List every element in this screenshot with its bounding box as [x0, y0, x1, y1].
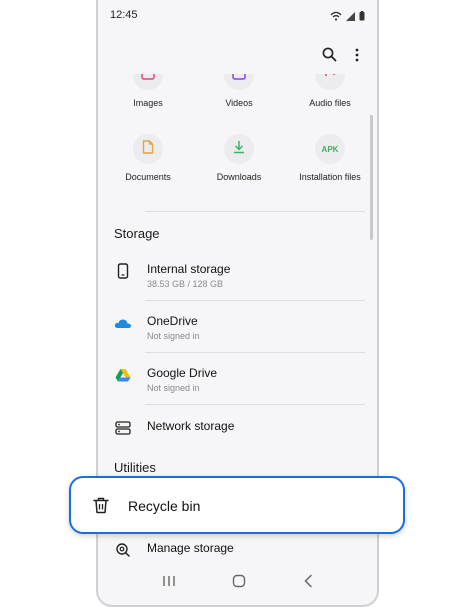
- storage-section-title: Storage: [114, 226, 160, 241]
- internal-storage-item[interactable]: Internal storage 38.53 GB / 128 GB: [114, 262, 369, 292]
- image-icon: [141, 74, 155, 85]
- apk-icon: APK: [321, 144, 339, 154]
- recycle-bin-label: Recycle bin: [128, 498, 201, 514]
- category-installation-files[interactable]: APK Installation files: [283, 134, 377, 182]
- signal-icon: [346, 8, 355, 26]
- storage-item-subtitle: Not signed in: [147, 331, 200, 341]
- divider: [145, 211, 365, 212]
- network-storage-item[interactable]: Network storage: [114, 419, 369, 439]
- storage-item-title: Manage storage: [147, 541, 234, 555]
- status-icons: [330, 8, 365, 26]
- status-bar: 12:45: [98, 0, 377, 30]
- navigation-bar: [98, 561, 377, 605]
- category-videos[interactable]: Videos: [192, 74, 286, 108]
- onedrive-item[interactable]: OneDrive Not signed in: [114, 314, 369, 344]
- search-icon[interactable]: [322, 47, 337, 67]
- category-label: Installation files: [299, 172, 361, 182]
- categories-grid: Images Videos Audio files Documents Down…: [98, 74, 377, 204]
- video-icon: [232, 74, 246, 85]
- google-drive-item[interactable]: Google Drive Not signed in: [114, 366, 369, 396]
- storage-item-title: Network storage: [147, 419, 235, 433]
- category-label: Documents: [125, 172, 171, 182]
- network-storage-icon: [114, 419, 132, 437]
- category-downloads[interactable]: Downloads: [192, 134, 286, 182]
- more-options-icon[interactable]: [355, 48, 359, 67]
- scrollbar[interactable]: [370, 115, 373, 240]
- category-images[interactable]: Images: [101, 74, 195, 108]
- storage-item-subtitle: 38.53 GB / 128 GB: [147, 279, 224, 289]
- storage-item-title: Google Drive: [147, 366, 218, 380]
- trash-icon: [93, 497, 109, 519]
- recycle-bin-item[interactable]: Recycle bin: [69, 476, 405, 534]
- home-icon[interactable]: [232, 574, 246, 593]
- recent-apps-icon[interactable]: [162, 574, 176, 592]
- category-audio-files[interactable]: Audio files: [283, 74, 377, 108]
- audio-icon: [323, 74, 337, 85]
- storage-item-subtitle: Not signed in: [147, 383, 200, 393]
- divider: [145, 300, 365, 301]
- utilities-section-title: Utilities: [114, 460, 156, 475]
- document-icon: [142, 139, 154, 159]
- manage-storage-icon: [114, 541, 132, 559]
- back-icon[interactable]: [303, 574, 313, 593]
- onedrive-icon: [114, 314, 132, 332]
- category-label: Videos: [225, 98, 253, 108]
- status-time: 12:45: [110, 9, 138, 21]
- storage-item-title: Internal storage: [147, 262, 231, 276]
- category-label: Audio files: [309, 98, 351, 108]
- battery-icon: [359, 8, 365, 26]
- wifi-icon: [330, 8, 342, 26]
- google-drive-icon: [114, 366, 132, 384]
- divider: [145, 352, 365, 353]
- divider: [145, 404, 365, 405]
- category-label: Downloads: [216, 172, 262, 182]
- storage-item-title: OneDrive: [147, 314, 198, 328]
- category-label: Images: [133, 98, 163, 108]
- top-actions: [322, 47, 359, 67]
- phone-icon: [114, 262, 132, 280]
- category-documents[interactable]: Documents: [101, 134, 195, 182]
- manage-storage-item[interactable]: Manage storage: [114, 541, 369, 561]
- download-icon: [232, 140, 246, 159]
